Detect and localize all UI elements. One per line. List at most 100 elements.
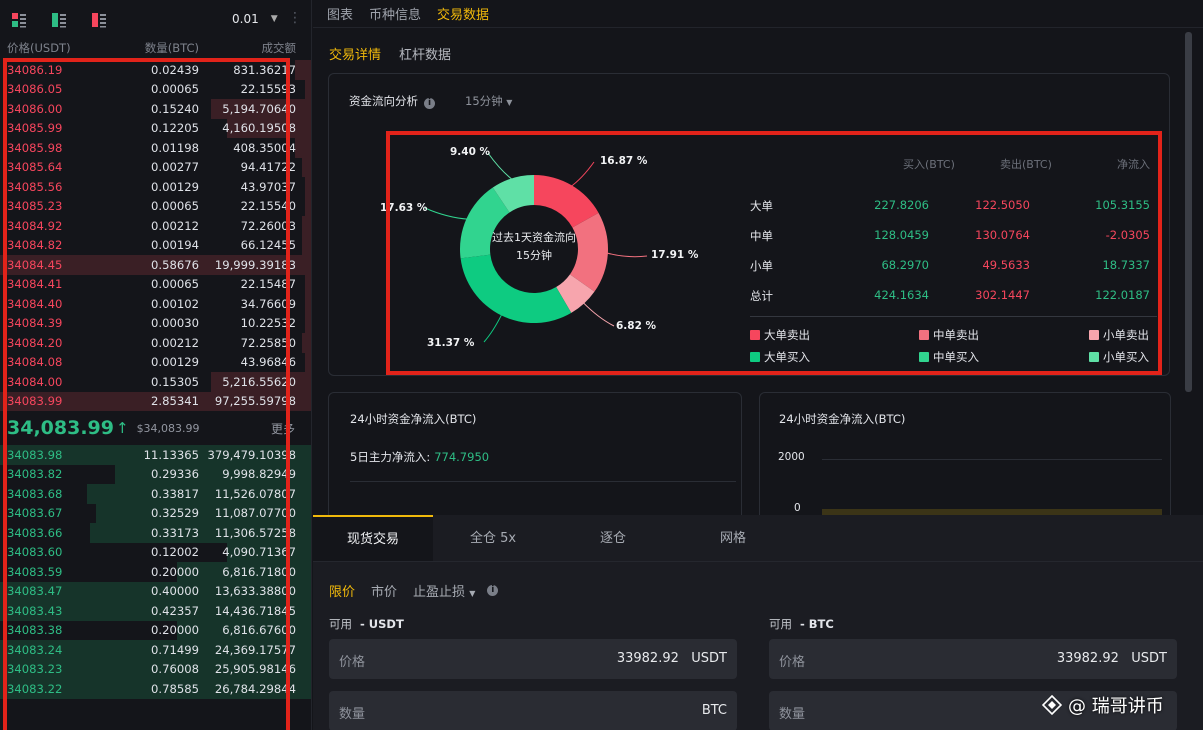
tab-spot[interactable]: 现货交易 [313,515,433,561]
available-label: 可用 [769,617,792,631]
ask-row[interactable]: 34084.40 0.00102 34.76609 [0,294,311,314]
caret-down-icon: ▼ [469,589,476,598]
buy-price-field[interactable]: 价格 33982.92 USDT [329,639,737,679]
ask-row[interactable]: 34085.98 0.01198 408.35004 [0,138,311,158]
row-price: 34083.47 [7,584,63,599]
legend-item[interactable]: 中单买入 [919,349,979,365]
legend-swatch [919,330,929,340]
ask-row[interactable]: 34084.20 0.00212 72.25850 [0,333,311,353]
tab-market[interactable]: 市价 [371,581,397,600]
ask-row[interactable]: 34084.00 0.15305 5,216.55620 [0,372,311,392]
bid-row[interactable]: 34083.60 0.12002 4,090.71367 [0,542,311,562]
tab-limit[interactable]: 限价 [329,581,355,600]
ask-row[interactable]: 34084.41 0.00065 22.15487 [0,274,311,294]
layout-asks-icon[interactable] [90,11,108,29]
tab-coin-info[interactable]: 币种信息 [369,4,421,23]
legend-item[interactable]: 小单卖出 [1089,327,1149,343]
ask-row[interactable]: 34085.64 0.00277 94.41722 [0,157,311,177]
row-amount: 0.00065 [151,277,199,292]
ask-row[interactable]: 34083.99 2.85341 97,255.59798 [0,391,311,411]
bid-row[interactable]: 34083.23 0.76008 25,905.98146 [0,659,311,679]
bid-row[interactable]: 34083.38 0.20000 6,816.67600 [0,620,311,640]
row-total: 379,479.10398 [207,447,296,462]
tab-cross-margin[interactable]: 全仓 5x [433,515,553,561]
row-total: 22.15487 [240,277,296,292]
ask-row[interactable]: 34086.05 0.00065 22.15593 [0,79,311,99]
scrollbar[interactable] [1185,32,1192,392]
arrow-up-icon: ↑ [115,419,129,437]
bid-row[interactable]: 34083.98 11.13365 379,479.10398 [0,445,311,465]
more-link[interactable]: 更多 [271,420,295,437]
row-price: 34085.64 [7,160,63,175]
ask-row[interactable]: 34084.92 0.00212 72.26003 [0,216,311,236]
legend-item[interactable]: 大单卖出 [750,327,810,343]
legend-item[interactable]: 小单买入 [1089,349,1149,365]
bid-row[interactable]: 34083.24 0.71499 24,369.17577 [0,640,311,660]
flow-cell-buy: 128.0459 [874,228,929,242]
ask-row[interactable]: 34086.00 0.15240 5,194.70640 [0,99,311,119]
layout-bids-icon[interactable] [50,11,68,29]
ask-row[interactable]: 34084.08 0.00129 43.96846 [0,352,311,372]
row-total: 43.96846 [240,355,296,370]
more-options-icon[interactable]: ⋮ [288,10,302,26]
order-type-tabs: 限价 市价 止盈止损 ▼ i [329,581,499,600]
bid-row[interactable]: 34083.68 0.33817 11,526.07807 [0,484,311,504]
depth-bar [304,79,311,99]
ask-row[interactable]: 34084.82 0.00194 66.12455 [0,235,311,255]
legend-item[interactable]: 中单卖出 [919,327,979,343]
bid-row[interactable]: 34083.66 0.33173 11,306.57258 [0,523,311,543]
tab-chart[interactable]: 图表 [327,4,353,23]
tab-trading-data[interactable]: 交易数据 [437,4,489,23]
row-total: 72.26003 [240,218,296,233]
legend-swatch [1089,352,1099,362]
ask-row[interactable]: 34085.99 0.12205 4,160.19508 [0,118,311,138]
bid-row[interactable]: 34083.43 0.42357 14,436.71845 [0,601,311,621]
tab-stop-limit[interactable]: 止盈止损 ▼ [413,581,475,600]
tab-trade-details[interactable]: 交易详情 [329,44,381,63]
available-value: - USDT [360,617,404,631]
row-total: 6,816.67600 [222,623,296,638]
ask-row[interactable]: 34085.23 0.00065 22.15540 [0,196,311,216]
donut-slice-label: 17.63 % [380,202,428,214]
tab-isolated-margin[interactable]: 逐仓 [553,515,673,561]
tab-grid[interactable]: 网格 [673,515,793,561]
row-amount: 0.00030 [151,316,199,331]
ask-row[interactable]: 34084.39 0.00030 10.22532 [0,313,311,333]
available-value: - BTC [800,617,834,631]
flow-cell-buy: 227.8206 [874,198,929,212]
asks-list: 34086.19 0.02439 831.36217 34086.05 0.00065 2… [0,60,311,411]
buy-quantity-field[interactable]: 数量 BTC [329,691,737,730]
info-icon[interactable]: i [487,585,499,596]
flow-table-row: 总计 424.1634 302.1447 122.0187 [750,288,1158,304]
legend-swatch [750,352,760,362]
bid-row[interactable]: 34083.67 0.32529 11,087.07700 [0,503,311,523]
row-amount: 0.00129 [151,355,199,370]
row-price: 34085.23 [7,199,63,214]
depth-bar [295,60,311,80]
precision-select[interactable]: 0.01 ▼ [232,12,278,26]
layout-both-icon[interactable] [10,11,28,29]
donut-slice[interactable] [460,254,572,324]
row-amount: 0.00277 [151,160,199,175]
ask-row[interactable]: 34086.19 0.02439 831.36217 [0,60,311,80]
flow-cell-net: -2.0305 [1105,228,1150,242]
trade-tabs: 现货交易 全仓 5x 逐仓 网格 [313,515,1203,562]
inflow-chart-title: 24小时资金净流入(BTC) [779,412,906,426]
ask-row[interactable]: 34084.45 0.58676 19,999.39183 [0,255,311,275]
tab-margin-data[interactable]: 杠杆数据 [399,44,451,63]
bid-row[interactable]: 34083.47 0.40000 13,633.38800 [0,581,311,601]
legend-item[interactable]: 大单买入 [750,349,810,365]
col-sell: 卖出(BTC) [1000,158,1052,171]
bid-row[interactable]: 34083.59 0.20000 6,816.71800 [0,562,311,582]
legend-label: 大单卖出 [764,328,810,342]
ask-row[interactable]: 34085.56 0.00129 43.97037 [0,177,311,197]
row-total: 11,306.57258 [214,525,296,540]
divider [750,316,1157,317]
row-amount: 0.00194 [151,238,199,253]
legend-swatch [1089,330,1099,340]
bid-row[interactable]: 34083.22 0.78585 26,784.29844 [0,679,311,699]
legend-label: 小单卖出 [1103,328,1149,342]
sell-price-field[interactable]: 价格 33982.92 USDT [769,639,1177,679]
price-placeholder: 价格 [339,655,366,670]
bid-row[interactable]: 34083.82 0.29336 9,998.82949 [0,464,311,484]
